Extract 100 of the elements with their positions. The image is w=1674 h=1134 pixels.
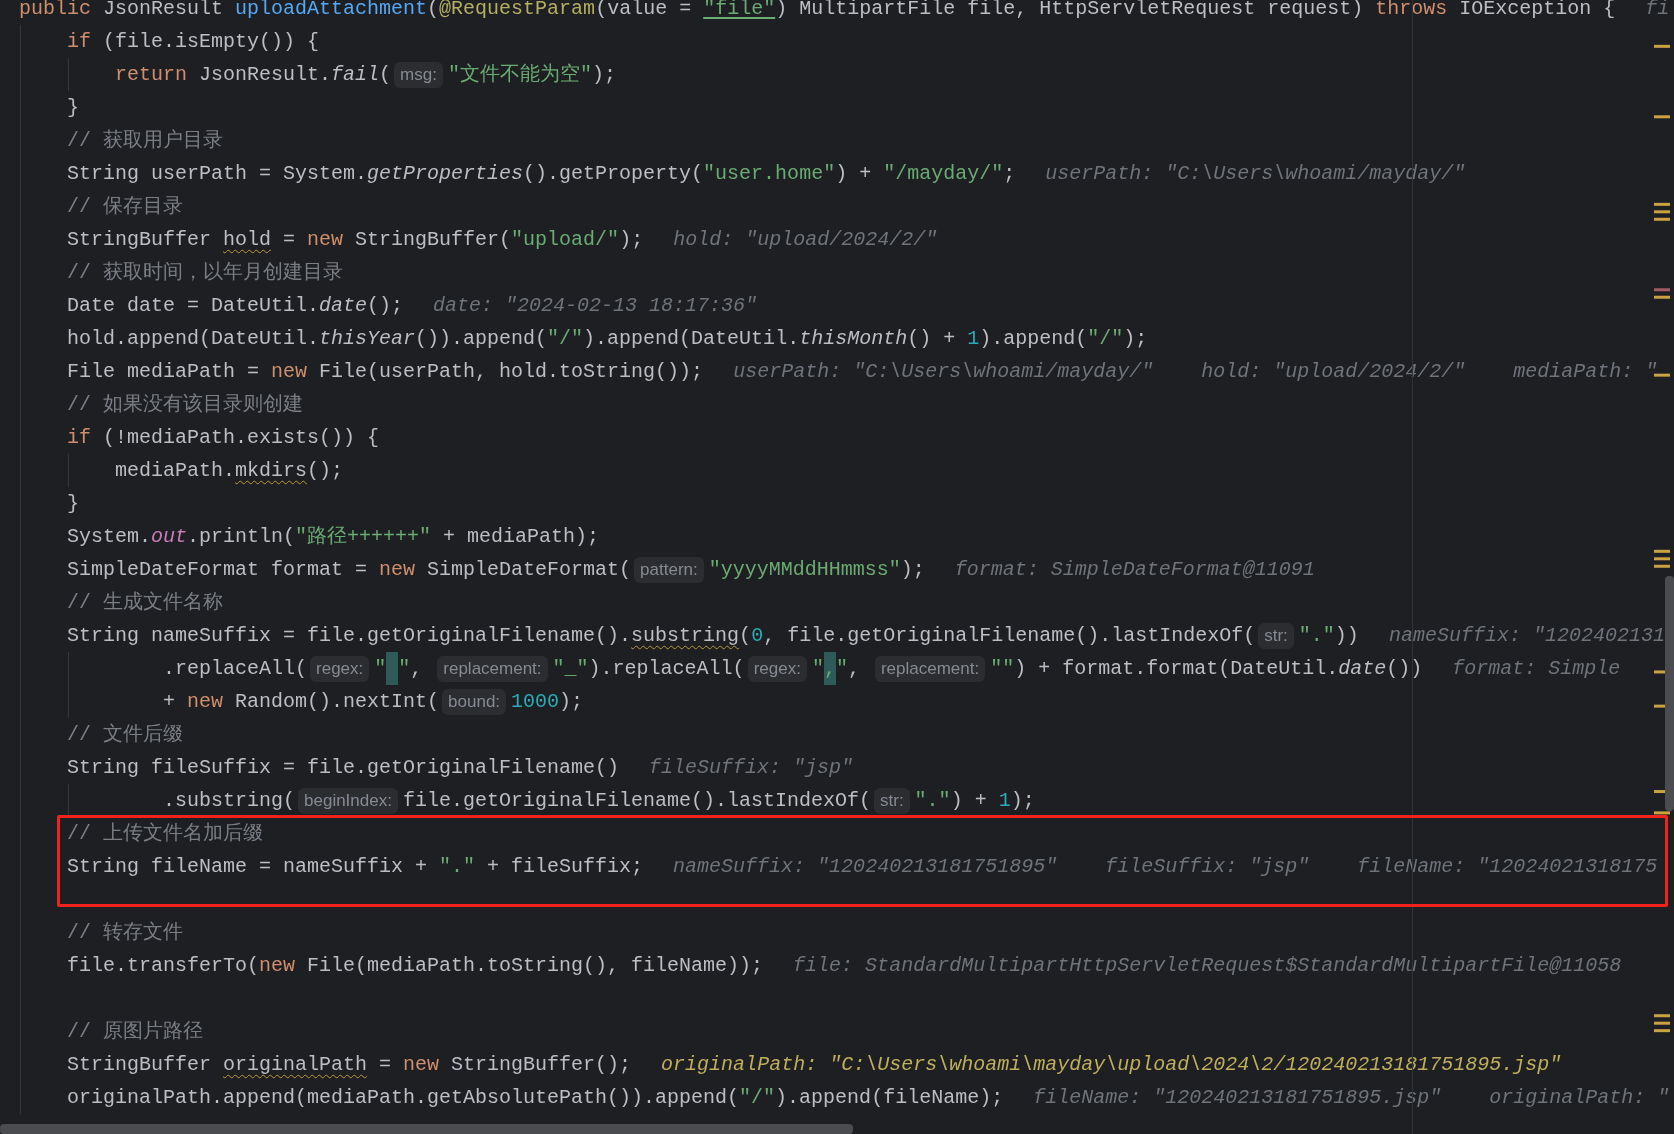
number-literal: 1000 bbox=[511, 689, 560, 715]
comment: // 保存目录 bbox=[67, 194, 183, 220]
code-text: substring bbox=[631, 623, 740, 649]
scrollbar-thumb[interactable] bbox=[0, 1124, 853, 1134]
code-text: ); bbox=[591, 62, 616, 88]
string-literal: "/" bbox=[1087, 326, 1124, 352]
code-text: (); bbox=[307, 458, 344, 484]
comment: // 获取用户目录 bbox=[67, 128, 223, 154]
code-text: String userPath = System. bbox=[67, 161, 368, 187]
keyword: new bbox=[187, 689, 223, 715]
code-text: ); bbox=[619, 227, 644, 253]
code-text: StringBuffer bbox=[67, 227, 212, 253]
code-text: String nameSuffix = file.getOriginalFilename(). bbox=[67, 623, 632, 649]
code-text: = bbox=[282, 227, 297, 253]
keyword: new bbox=[259, 953, 296, 979]
code-text: ( bbox=[427, 0, 440, 22]
code-text: StringBuffer( bbox=[354, 227, 512, 253]
string-literal: "upload/" bbox=[511, 227, 620, 253]
inline-value: fileName: "12024021318175 bbox=[1357, 854, 1658, 880]
code-text: JsonResult. bbox=[198, 62, 331, 88]
code-text: mkdirs bbox=[235, 458, 307, 484]
param-hint: pattern: bbox=[634, 556, 704, 583]
inline-value: originalPath: "C:\Users\whoami\mayday\upload\2024\2/120240213181751895.jsp" bbox=[661, 1052, 1562, 1078]
code-text: ()) bbox=[1386, 656, 1423, 682]
string-literal: "路径++++++" bbox=[295, 524, 432, 550]
inline-value: fileName: "120240213181751895.jsp" bbox=[1033, 1085, 1442, 1111]
code-text: ); bbox=[559, 689, 584, 715]
code-text: ).replaceAll( bbox=[588, 656, 745, 682]
string-literal: "." bbox=[914, 788, 951, 814]
code-text: ).append(DateUtil. bbox=[583, 326, 800, 352]
code-text: ; bbox=[1003, 161, 1016, 187]
keyword: if bbox=[67, 29, 91, 55]
keyword: new bbox=[307, 227, 344, 253]
string-literal: "." bbox=[1298, 623, 1335, 649]
string-literal: "user.home" bbox=[703, 161, 836, 187]
param-hint: regex: bbox=[310, 655, 370, 682]
inline-value: nameSuffix: "120240213181751895" bbox=[673, 854, 1058, 880]
code-text: Date date = DateUtil. bbox=[67, 293, 320, 319]
code-text: (file.isEmpty()) { bbox=[102, 29, 320, 55]
inline-value: format: SimpleDateFormat@11091 bbox=[954, 557, 1315, 583]
string-literal: "." bbox=[439, 854, 476, 880]
keyword: new bbox=[403, 1052, 440, 1078]
code-text: String fileSuffix = file.getOriginalFilename() bbox=[67, 755, 620, 781]
comment: // 上传文件名加后缀 bbox=[67, 821, 263, 847]
string-literal: "/mayday/" bbox=[883, 161, 1004, 187]
code-text: ).append(fileName); bbox=[775, 1085, 1004, 1111]
inline-value: file: StandardMultipartHttpServletRequest$StandardMultipartFile@11058 bbox=[793, 953, 1622, 979]
code-text: } bbox=[67, 491, 79, 517]
code-text: StringBuffer(); bbox=[450, 1052, 632, 1078]
keyword: return bbox=[114, 62, 187, 88]
number-literal: 0 bbox=[751, 623, 764, 649]
code-text: ( bbox=[739, 623, 752, 649]
code-text: , bbox=[410, 656, 424, 682]
comment: // 生成文件名称 bbox=[67, 590, 223, 616]
param-hint: msg: bbox=[394, 61, 443, 88]
inline-value: userPath: "C:\Users\whoami/mayday/" bbox=[1045, 161, 1466, 187]
code-text: + bbox=[163, 689, 176, 715]
code-editor[interactable] bbox=[0, 0, 1674, 1134]
param-hint: str: bbox=[874, 787, 910, 814]
code-text: .replaceAll( bbox=[163, 656, 307, 682]
code-text: + fileSuffix; bbox=[486, 854, 644, 880]
code-text: .substring( bbox=[163, 788, 295, 814]
code-text: ()).append( bbox=[415, 326, 548, 352]
code-text: originalPath.append(mediaPath.getAbsolutePath()).append( bbox=[67, 1085, 740, 1111]
comment: // 原图片路径 bbox=[67, 1019, 203, 1045]
keyword: new bbox=[271, 359, 308, 385]
code-text: Random().nextInt( bbox=[234, 689, 440, 715]
comment: // 如果没有该目录则创建 bbox=[67, 392, 303, 418]
comment: // 转存文件 bbox=[67, 920, 183, 946]
annotation: @RequestParam bbox=[439, 0, 596, 22]
comment: // 获取时间，以年月创建目录 bbox=[67, 260, 343, 286]
code-text: ) MultipartFile file, HttpServletRequest request) bbox=[775, 0, 1365, 22]
method-name: uploadAttachment bbox=[235, 0, 428, 22]
code-text: () + bbox=[907, 326, 957, 352]
code-text: (!mediaPath.exists()) { bbox=[102, 425, 380, 451]
code-text: File(userPath, hold.toString()); bbox=[318, 359, 704, 385]
keyword: throws bbox=[1375, 0, 1448, 22]
inline-value: fileSuffix: "jsp" bbox=[1105, 854, 1310, 880]
inline-value: nameSuffix: "1202402131 bbox=[1388, 623, 1665, 649]
string-literal: "_" bbox=[552, 656, 589, 682]
string-literal: "file" bbox=[703, 0, 776, 22]
scrollbar-thumb[interactable] bbox=[1665, 576, 1674, 811]
code-text: ) + bbox=[835, 161, 873, 187]
code-text: (value = bbox=[595, 0, 693, 22]
inline-value: fi bbox=[1645, 0, 1670, 22]
string-literal: " " bbox=[374, 652, 411, 685]
comment: // 文件后缀 bbox=[67, 722, 183, 748]
number-literal: 1 bbox=[967, 326, 980, 352]
code-text: SimpleDateFormat format = bbox=[67, 557, 369, 583]
inline-value: originalPath: " bbox=[1489, 1085, 1670, 1111]
param-hint: str: bbox=[1258, 622, 1294, 649]
code-text: ( bbox=[379, 62, 392, 88]
inline-value: fileSuffix: "jsp" bbox=[649, 755, 854, 781]
code-text: File mediaPath = bbox=[67, 359, 260, 385]
code-text: mediaPath. bbox=[114, 458, 235, 484]
string-literal: "" bbox=[990, 656, 1015, 682]
param-hint: bound: bbox=[442, 688, 507, 715]
param-hint: replacement: bbox=[874, 655, 986, 682]
keyword: if bbox=[67, 425, 91, 451]
code-text: hold.append(DateUtil. bbox=[67, 326, 320, 352]
